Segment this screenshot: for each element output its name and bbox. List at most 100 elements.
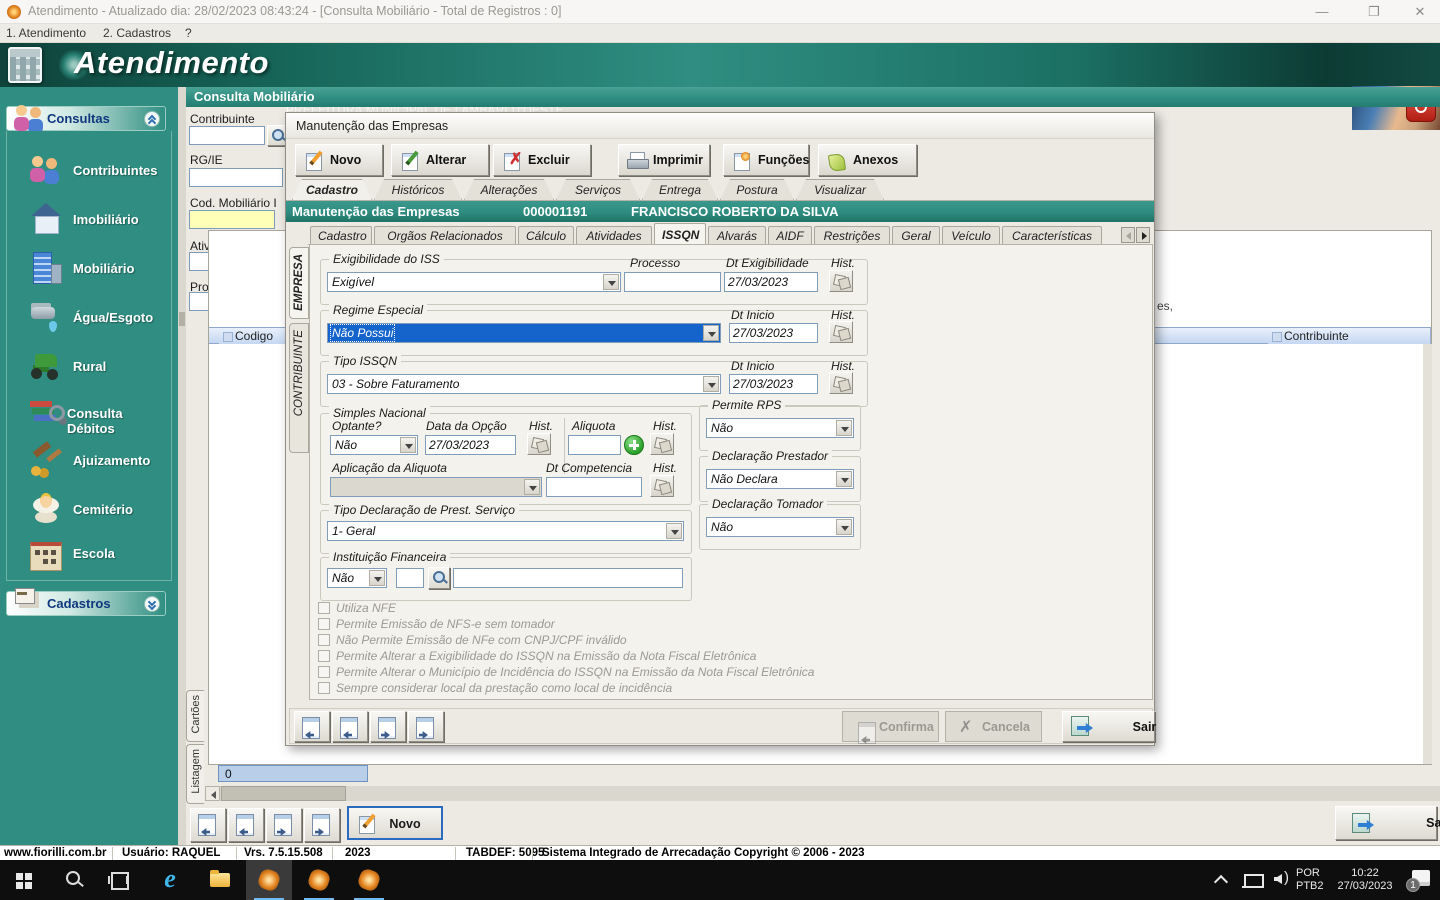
- toolbar-novo-button[interactable]: Novo: [295, 144, 383, 176]
- tab-contribuinte-vertical[interactable]: CONTRIBUINTE: [289, 323, 309, 453]
- toolbar-excluir-button[interactable]: Excluir: [493, 144, 591, 176]
- tab-issqn[interactable]: ISSQN: [654, 223, 706, 245]
- menu-cadastros[interactable]: 2. Cadastros: [103, 26, 171, 40]
- close-button[interactable]: ✕: [1398, 0, 1440, 24]
- menu-atendimento[interactable]: 1. Atendimento: [6, 26, 86, 40]
- maximize-button[interactable]: ❐: [1352, 0, 1396, 24]
- notification-center-icon[interactable]: 1: [1398, 860, 1440, 900]
- dlg-nav-prev-button[interactable]: [332, 711, 368, 742]
- grid-vertical-scrollbar[interactable]: [1423, 344, 1432, 764]
- tab-scroll-right[interactable]: [1136, 227, 1150, 243]
- decl-tomador-combo[interactable]: Não: [706, 517, 854, 537]
- nav-next-button[interactable]: [266, 808, 302, 842]
- sidebar-item-ajuizamento[interactable]: Ajuizamento: [15, 439, 165, 483]
- tipo-declaracao-combo[interactable]: 1- Geral: [327, 521, 684, 541]
- taskbar-search-icon[interactable]: [52, 860, 96, 900]
- internet-explorer-icon[interactable]: e: [148, 860, 192, 900]
- tab-calculo[interactable]: Cálculo: [518, 226, 574, 245]
- confirma-button[interactable]: Confirma: [842, 711, 939, 742]
- tab-caracteristicas[interactable]: Características: [1002, 226, 1102, 245]
- sidebar-section-consultas[interactable]: Consultas: [6, 106, 166, 131]
- hist-button-exigibilidade[interactable]: [829, 270, 853, 292]
- file-explorer-icon[interactable]: [198, 860, 242, 900]
- contribuinte-input[interactable]: [189, 126, 265, 145]
- dialog-sair-button[interactable]: Sair: [1062, 711, 1155, 742]
- tab-entrega[interactable]: Entrega: [642, 179, 718, 200]
- dt-exigibilidade-input[interactable]: [724, 272, 818, 292]
- chevron-down-icon[interactable]: [144, 596, 160, 612]
- tab-cadastro-outer[interactable]: Cadastro: [292, 179, 372, 200]
- tab-visualizar[interactable]: Visualizar: [796, 179, 884, 200]
- sidebar-item-mobiliario[interactable]: Mobiliário: [15, 247, 165, 291]
- toolbar-anexos-button[interactable]: Anexos: [818, 144, 917, 176]
- sidebar-item-agua-esgoto[interactable]: Água/Esgoto: [15, 296, 165, 340]
- sidebar-item-imobiliario[interactable]: Imobiliário: [15, 198, 165, 242]
- inst-financeira-search-button[interactable]: [428, 567, 450, 589]
- tab-aidf[interactable]: AIDF: [768, 226, 812, 245]
- nav-first-button[interactable]: [190, 808, 226, 842]
- tab-historicos[interactable]: Históricos: [374, 179, 462, 200]
- checkbox-nfse-sem-tomador[interactable]: [318, 618, 330, 630]
- regime-dt-input[interactable]: [729, 323, 818, 343]
- tab-cartoes[interactable]: Cartões: [186, 690, 204, 742]
- tab-geral[interactable]: Geral: [892, 226, 940, 245]
- tab-listagem[interactable]: Listagem: [186, 744, 204, 804]
- minimize-button[interactable]: —: [1300, 0, 1344, 24]
- checkbox-utiliza-nfe[interactable]: [318, 602, 330, 614]
- sidebar-item-contribuintes[interactable]: Contribuintes: [15, 149, 165, 193]
- tab-veiculo[interactable]: Veículo: [942, 226, 1000, 245]
- start-button[interactable]: [2, 860, 46, 900]
- dlg-nav-next-button[interactable]: [370, 711, 406, 742]
- app-window-2[interactable]: [296, 860, 342, 900]
- cancela-button[interactable]: Cancela: [945, 711, 1042, 742]
- chevron-up-icon[interactable]: [144, 111, 160, 127]
- inst-financeira-name-input[interactable]: [453, 568, 683, 588]
- horizontal-scrollbar[interactable]: [205, 786, 1440, 801]
- optante-combo[interactable]: Não: [330, 435, 418, 455]
- tab-alvaras[interactable]: Alvarás: [708, 226, 766, 245]
- tipo-dt-input[interactable]: [729, 374, 818, 394]
- rgie-input[interactable]: [189, 168, 283, 187]
- novo-button-main[interactable]: Novo: [347, 806, 443, 840]
- hist-button-regime[interactable]: [829, 321, 853, 343]
- dlg-nav-last-button[interactable]: [408, 711, 444, 742]
- decl-prestador-combo[interactable]: Não Declara: [706, 469, 854, 489]
- sidebar-item-rural[interactable]: Rural: [15, 345, 165, 389]
- tab-restricoes[interactable]: Restrições: [814, 226, 890, 245]
- app-window-1[interactable]: [246, 860, 292, 900]
- tab-cadastro-inner[interactable]: Cadastro: [310, 226, 372, 245]
- hist-button-competencia[interactable]: [650, 475, 674, 497]
- inst-financeira-code-input[interactable]: [396, 568, 424, 588]
- processo-input[interactable]: [624, 272, 721, 292]
- add-aliquota-button[interactable]: [624, 435, 644, 455]
- sidebar-section-cadastros[interactable]: Cadastros: [6, 591, 166, 616]
- toolbar-funcoes-button[interactable]: Funções: [723, 144, 809, 176]
- checkbox-alterar-municipio[interactable]: [318, 666, 330, 678]
- aplicacao-aliquota-combo[interactable]: [330, 477, 542, 497]
- scroll-left-arrow[interactable]: [205, 786, 220, 801]
- task-view-icon[interactable]: [98, 860, 142, 900]
- cod-mobiliario-input[interactable]: [189, 210, 275, 229]
- language-indicator[interactable]: POR PTB2: [1296, 867, 1324, 893]
- app-window-3[interactable]: [346, 860, 392, 900]
- tab-empresa[interactable]: EMPRESA: [289, 247, 309, 319]
- exigibilidade-combo[interactable]: Exigível: [327, 272, 621, 292]
- grid-col-contribuinte[interactable]: Contribuinte: [1268, 328, 1431, 344]
- aliquota-input[interactable]: [568, 435, 621, 455]
- dlg-nav-first-button[interactable]: [294, 711, 330, 742]
- permite-rps-combo[interactable]: Não: [706, 418, 854, 438]
- nav-last-button[interactable]: [304, 808, 340, 842]
- toolbar-alterar-button[interactable]: Alterar: [391, 144, 489, 176]
- sidebar-scrollbar[interactable]: [178, 87, 186, 845]
- sidebar-item-escola[interactable]: Escola: [15, 532, 165, 576]
- sair-button-main[interactable]: Sair: [1335, 806, 1437, 840]
- hist-button-simples[interactable]: [527, 433, 551, 455]
- tab-servicos[interactable]: Serviços: [556, 179, 640, 200]
- tab-orgaos-relacionados[interactable]: Orgãos Relacionados: [374, 226, 516, 245]
- regime-combo[interactable]: Não Possui: [327, 323, 721, 343]
- tab-scroll-left[interactable]: [1121, 227, 1135, 243]
- sidebar-item-consulta-debitos[interactable]: Consulta Débitos: [15, 392, 165, 436]
- data-opcao-input[interactable]: [425, 435, 516, 455]
- hist-button-aliquota[interactable]: [650, 433, 674, 455]
- tipo-issqn-combo[interactable]: 03 - Sobre Faturamento: [327, 374, 721, 394]
